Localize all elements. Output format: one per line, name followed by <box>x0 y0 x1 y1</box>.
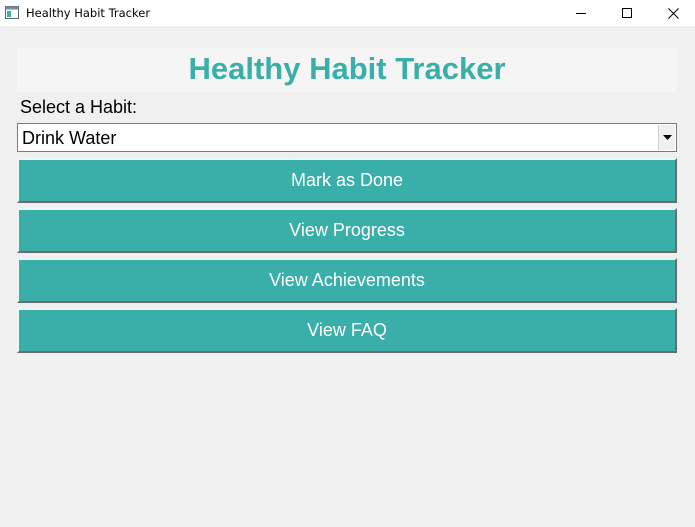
dropdown-arrow-icon[interactable] <box>658 125 675 150</box>
view-achievements-button[interactable]: View Achievements <box>17 258 677 303</box>
maximize-icon[interactable] <box>604 0 650 26</box>
page-title: Healthy Habit Tracker <box>188 51 506 86</box>
app-icon <box>5 6 19 19</box>
habit-dropdown[interactable]: Drink Water <box>17 123 677 152</box>
app-window: Healthy Habit Tracker Healthy Habit Trac… <box>0 0 695 527</box>
view-faq-button[interactable]: View FAQ <box>17 308 677 353</box>
view-progress-button[interactable]: View Progress <box>17 208 677 253</box>
habit-dropdown-value: Drink Water <box>22 128 117 148</box>
title-bar: Healthy Habit Tracker <box>0 0 695 26</box>
habit-select-label: Select a Habit: <box>20 97 138 117</box>
minimize-icon[interactable] <box>558 0 604 26</box>
mark-as-done-button[interactable]: Mark as Done <box>17 158 677 203</box>
close-icon[interactable] <box>650 0 695 26</box>
window-title: Healthy Habit Tracker <box>26 6 151 20</box>
